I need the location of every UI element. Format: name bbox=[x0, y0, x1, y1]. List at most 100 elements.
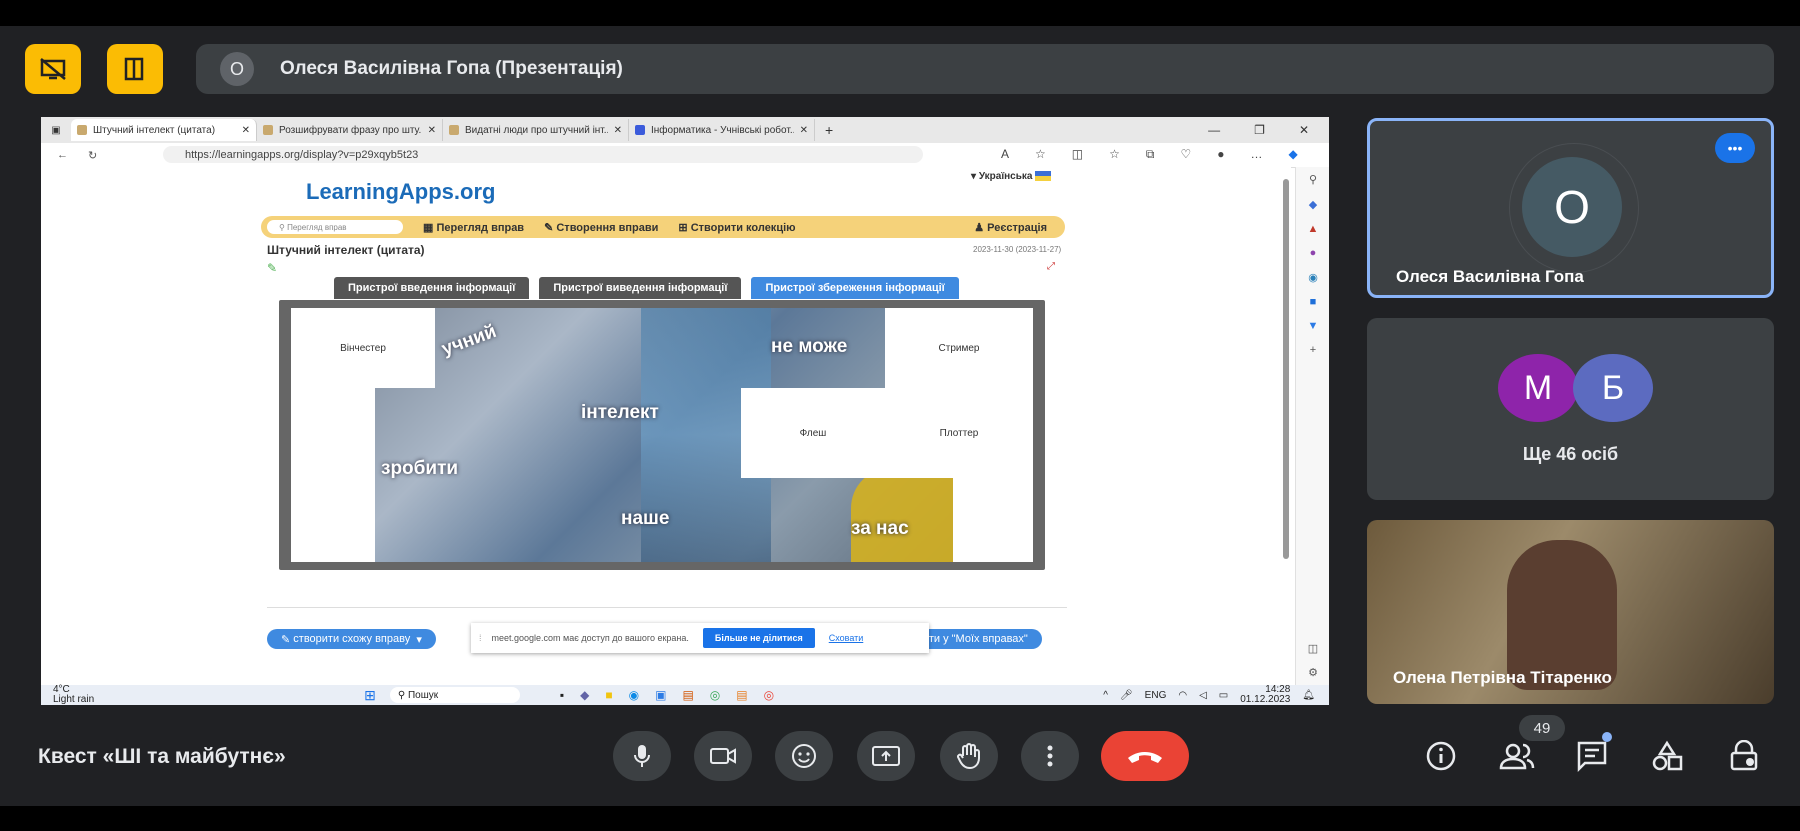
search-input[interactable]: ⚲ Перегляд вправ bbox=[267, 220, 403, 234]
leave-call-button[interactable] bbox=[1101, 731, 1189, 781]
puzzle-piece[interactable]: Плоттер bbox=[885, 388, 1033, 478]
notification-icon[interactable]: 🔔︎ bbox=[1302, 690, 1315, 701]
games-icon[interactable]: ● bbox=[1310, 247, 1317, 259]
activities-button[interactable] bbox=[1649, 738, 1685, 774]
people-icon bbox=[1499, 743, 1535, 770]
stop-sharing-button[interactable]: Більше не ділитися bbox=[702, 628, 815, 648]
category-storage-devices[interactable]: Пристрої збереження інформації bbox=[751, 277, 959, 299]
browser-tab[interactable]: Штучний інтелект (цитата) ✕ bbox=[71, 119, 257, 141]
language-selector[interactable]: ▾ Українська bbox=[971, 171, 1052, 182]
restore-icon[interactable]: ❐ bbox=[1254, 123, 1265, 137]
edge-icon[interactable]: ◉ bbox=[629, 688, 639, 702]
nav-register[interactable]: ♟ Реєстрація bbox=[974, 221, 1047, 234]
puzzle-piece[interactable]: Вінчестер bbox=[291, 308, 435, 388]
puzzle-image: учний не може інтелект зробити наше за н… bbox=[291, 308, 1033, 562]
raise-hand-button[interactable] bbox=[940, 731, 998, 781]
drag-handle-icon[interactable]: ⁞ bbox=[479, 633, 482, 643]
create-similar-button[interactable]: ✎ створити схожу вправу ▾ bbox=[267, 629, 436, 649]
learningapps-logo[interactable]: LearningApps.org bbox=[306, 179, 495, 205]
profile-icon[interactable]: ● bbox=[1217, 147, 1224, 162]
shopping-icon[interactable]: ◆ bbox=[1309, 198, 1317, 211]
settings-icon[interactable]: ⚙ bbox=[1296, 666, 1329, 679]
close-icon[interactable]: ✕ bbox=[428, 125, 436, 136]
wifi-icon[interactable]: ◠ bbox=[1178, 690, 1187, 701]
windows-start-icon[interactable]: ⊞ bbox=[364, 687, 376, 704]
mic-button[interactable] bbox=[613, 731, 671, 781]
app-icon[interactable]: ▤ bbox=[736, 688, 747, 702]
puzzle-slot bbox=[291, 388, 375, 562]
chat-notification-dot bbox=[1602, 732, 1612, 742]
meeting-info-button[interactable] bbox=[1423, 738, 1459, 774]
participant-tile-group[interactable]: М Б Ще 46 осіб bbox=[1367, 318, 1774, 500]
add-icon[interactable]: + bbox=[1310, 344, 1316, 356]
close-icon[interactable]: ✕ bbox=[800, 125, 808, 136]
reactions-button[interactable] bbox=[775, 731, 833, 781]
more-participants-label: Ще 46 осіб bbox=[1522, 444, 1619, 464]
present-button[interactable] bbox=[857, 731, 915, 781]
puzzle-piece[interactable]: Стример bbox=[885, 308, 1033, 388]
nav-browse[interactable]: ▦ Перегляд вправ bbox=[423, 221, 524, 234]
new-tab-icon[interactable]: + bbox=[825, 122, 833, 138]
search-icon[interactable]: ⚲ bbox=[1309, 173, 1317, 186]
people-button[interactable] bbox=[1499, 738, 1535, 774]
nav-collection[interactable]: ⊞ Створити колекцію bbox=[678, 221, 795, 234]
tray-language[interactable]: ENG bbox=[1145, 690, 1167, 701]
nav-create[interactable]: ✎ Створення вправи bbox=[544, 221, 658, 234]
office-icon[interactable]: ◉ bbox=[1308, 271, 1318, 284]
reload-icon[interactable]: ↻ bbox=[88, 149, 97, 162]
copilot-icon[interactable]: ◆ bbox=[1288, 147, 1297, 162]
chat-icon[interactable]: ◆ bbox=[580, 688, 589, 702]
tools-icon[interactable]: ▲ bbox=[1308, 223, 1319, 235]
category-output-devices[interactable]: Пристрої виведення інформації bbox=[539, 277, 742, 299]
more-options-button[interactable] bbox=[1021, 731, 1079, 781]
outlook-icon[interactable]: ■ bbox=[1310, 296, 1317, 308]
close-icon[interactable]: ✕ bbox=[242, 125, 250, 136]
tray-clock[interactable]: 14:28 01.12.2023 bbox=[1240, 685, 1290, 705]
hide-notice-button[interactable]: Сховати bbox=[829, 633, 864, 643]
taskbar-search[interactable]: ⚲ Пошук bbox=[389, 687, 520, 703]
url-field[interactable]: https://learningapps.org/display?v=p29xq… bbox=[163, 146, 923, 163]
split-screen-icon[interactable]: ◫ bbox=[1072, 147, 1083, 162]
lock-person-icon bbox=[1730, 740, 1758, 771]
app-icon[interactable]: ▤ bbox=[682, 688, 693, 702]
close-window-icon[interactable]: ✕ bbox=[1299, 123, 1309, 137]
collections-icon[interactable]: ⧉ bbox=[1146, 147, 1155, 162]
page-scrollbar[interactable] bbox=[1283, 179, 1289, 559]
explorer-icon[interactable]: ■ bbox=[605, 688, 612, 702]
volume-icon[interactable]: ◁ bbox=[1199, 690, 1207, 701]
browser-tab[interactable]: Розшифрувати фразу про шту... ✕ bbox=[257, 119, 443, 141]
browser-tab[interactable]: Інформатика - Учнівські робот... ✕ bbox=[629, 119, 815, 141]
camera-button[interactable] bbox=[694, 731, 752, 781]
back-icon[interactable]: ← bbox=[57, 149, 68, 161]
fullscreen-icon[interactable]: ⤢ bbox=[1047, 261, 1055, 272]
store-icon[interactable]: ▣ bbox=[655, 688, 666, 702]
minimize-icon[interactable]: — bbox=[1208, 123, 1220, 137]
presentation-hide-button[interactable] bbox=[25, 44, 81, 94]
browser-tab[interactable]: Видатні люди про штучний інт... ✕ bbox=[443, 119, 629, 141]
tray-mic-icon[interactable]: 🎤︎ bbox=[1120, 690, 1133, 701]
drop-icon[interactable]: ▼ bbox=[1308, 320, 1319, 332]
participant-tile-video[interactable]: Олена Петрівна Тітаренко bbox=[1367, 520, 1774, 704]
taskview-icon[interactable]: ▪ bbox=[560, 688, 564, 702]
chat-button[interactable] bbox=[1574, 732, 1612, 774]
category-input-devices[interactable]: Пристрої введення інформації bbox=[334, 277, 530, 299]
chrome-icon[interactable]: ◎ bbox=[764, 688, 774, 702]
puzzle-piece[interactable]: Флеш bbox=[741, 388, 885, 478]
extensions-icon[interactable]: ♡ bbox=[1180, 147, 1191, 162]
weather-widget[interactable]: 4°C Light rain bbox=[53, 685, 94, 705]
close-icon[interactable]: ✕ bbox=[614, 125, 622, 136]
favorite-star-icon[interactable]: ☆ bbox=[1035, 147, 1046, 162]
layout-button[interactable] bbox=[107, 44, 163, 94]
hang-up-icon bbox=[1128, 752, 1162, 763]
more-icon[interactable]: … bbox=[1250, 147, 1262, 162]
participant-tile-speaker[interactable]: ••• О Олеся Василівна Гопа bbox=[1367, 118, 1774, 298]
read-aloud-icon[interactable]: A bbox=[1001, 147, 1009, 162]
host-controls-button[interactable] bbox=[1726, 738, 1762, 774]
sidebar-toggle-icon[interactable]: ◫ bbox=[1296, 642, 1329, 655]
tray-chevron-icon[interactable]: ^ bbox=[1103, 690, 1108, 701]
battery-icon[interactable]: ▭ bbox=[1219, 690, 1228, 701]
help-icon[interactable]: ✎ bbox=[267, 261, 277, 275]
chrome-icon[interactable]: ◎ bbox=[710, 688, 720, 702]
favorites-icon[interactable]: ☆ bbox=[1109, 147, 1120, 162]
tab-actions-icon[interactable]: ▣ bbox=[41, 125, 71, 136]
